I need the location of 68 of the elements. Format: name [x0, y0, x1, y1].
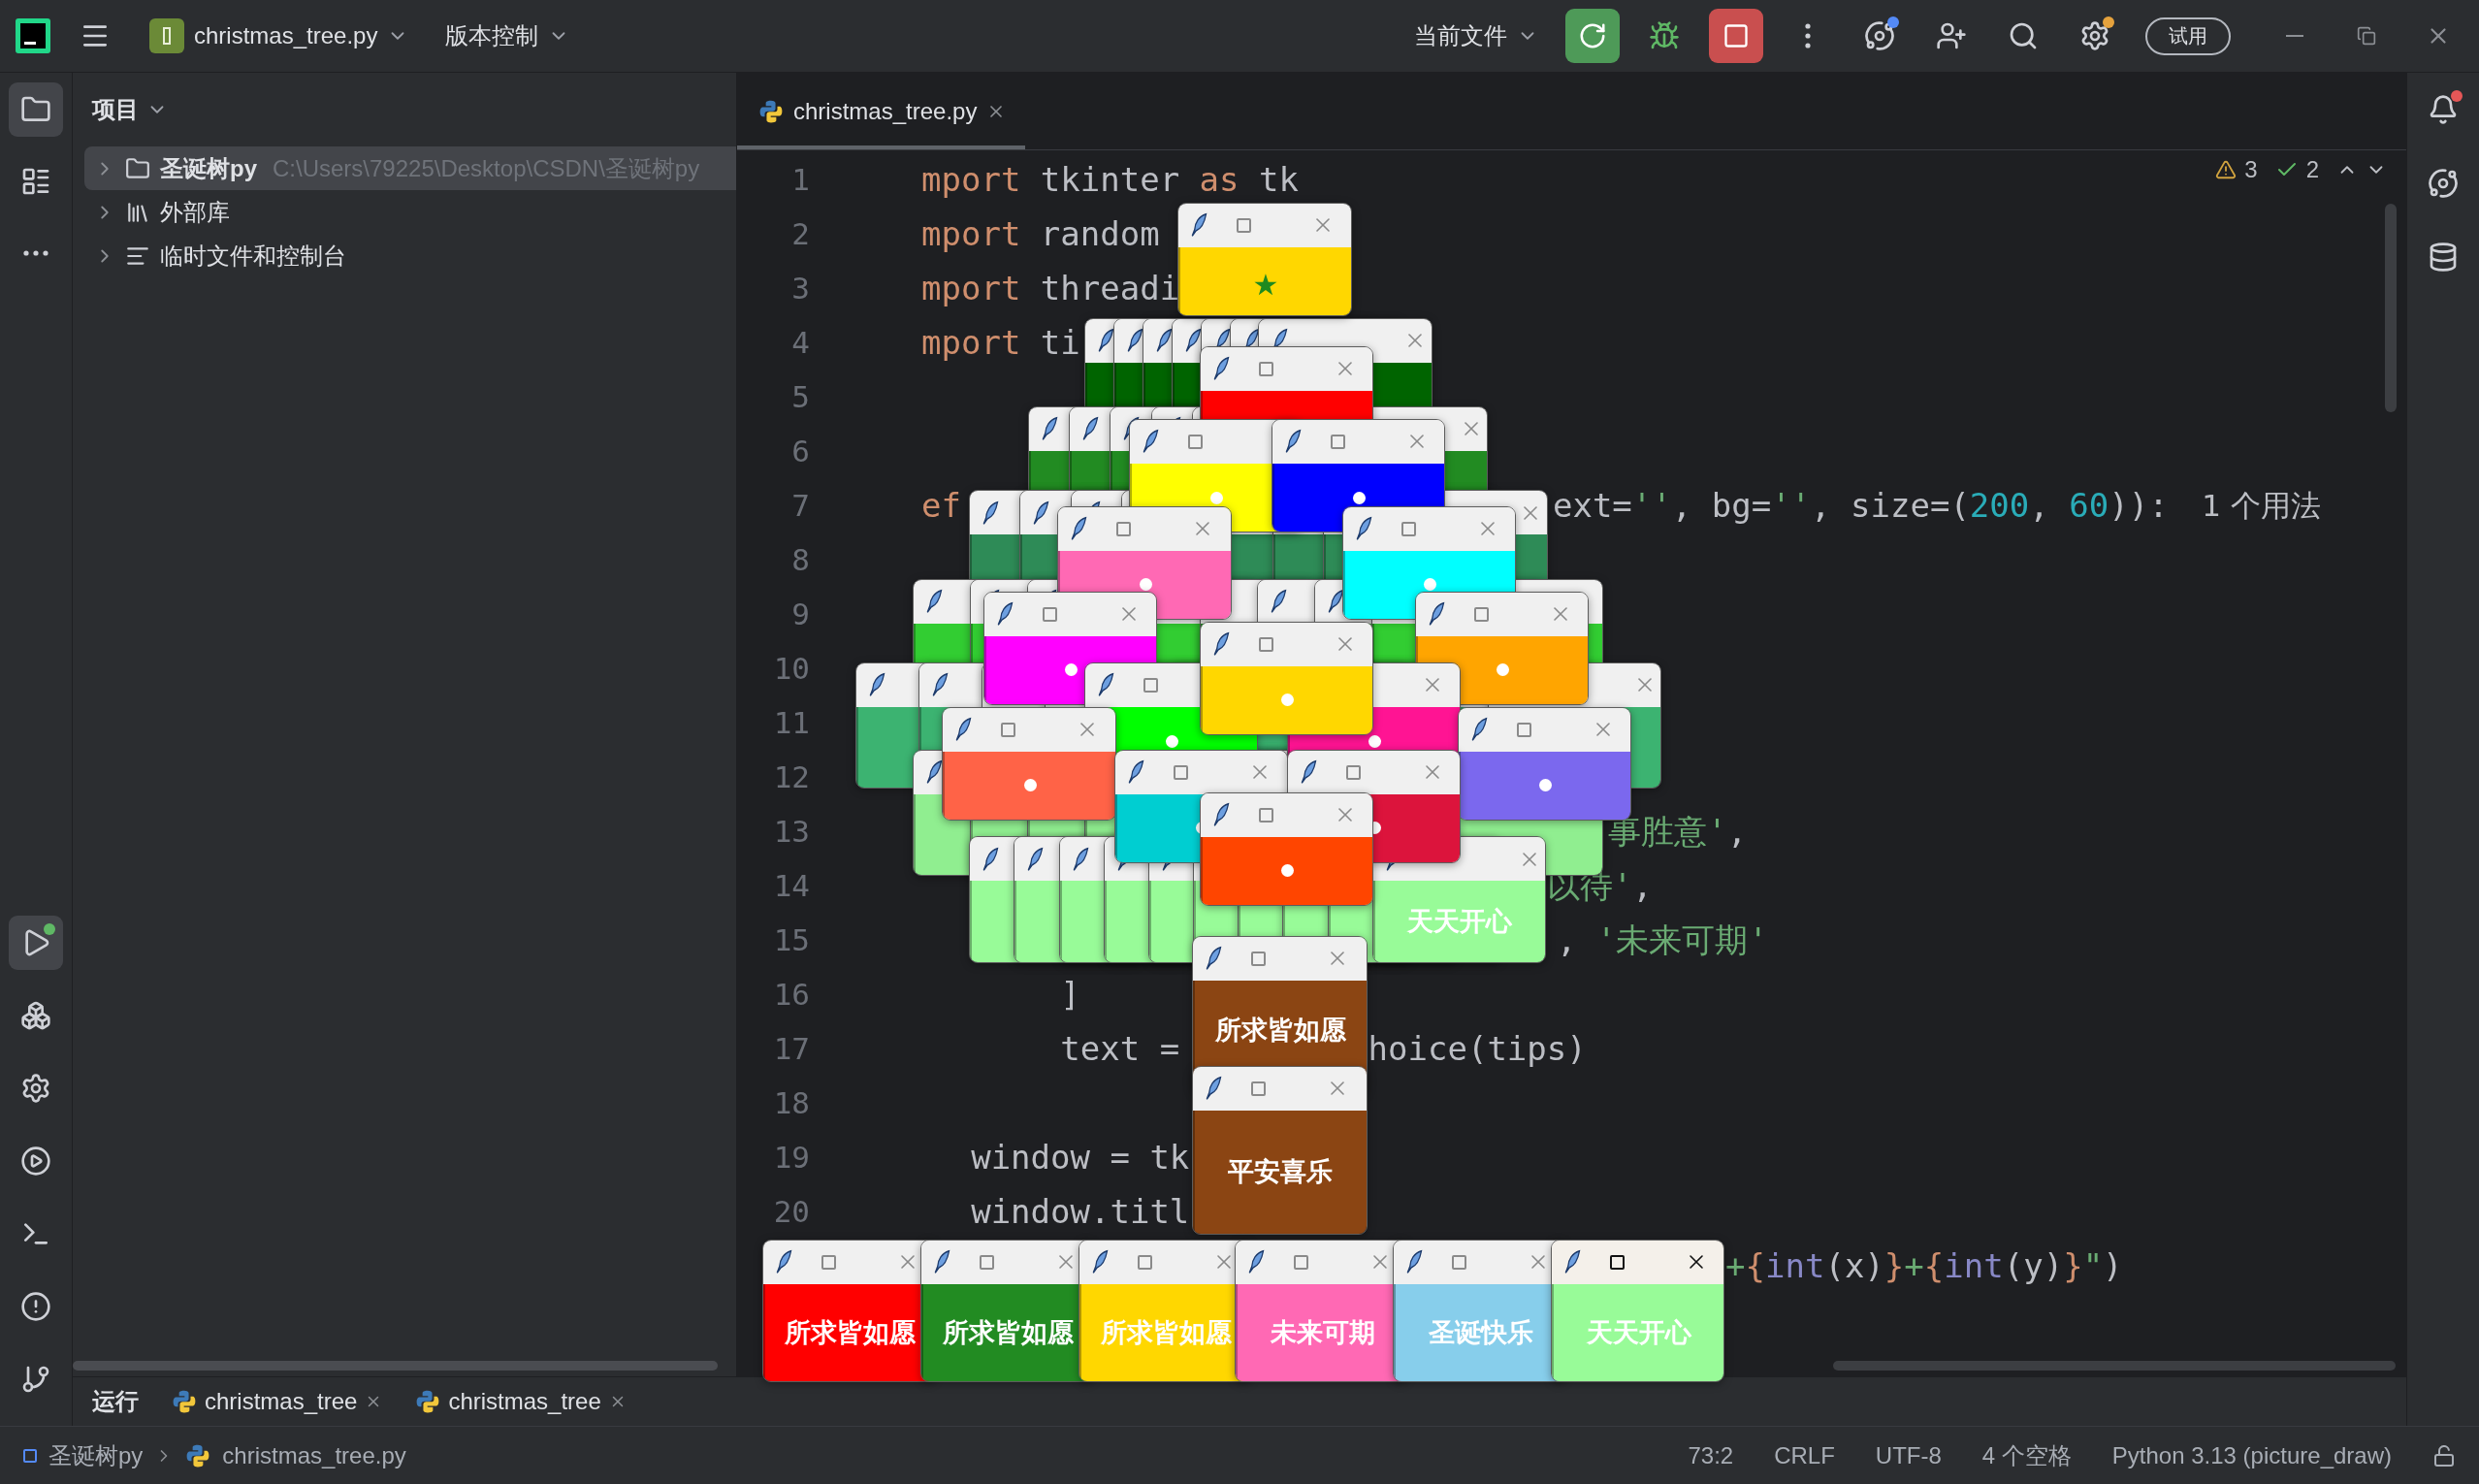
code-text: window.titl	[971, 1191, 1190, 1233]
line-number: 19	[773, 1140, 810, 1175]
window-text: 所求皆如愿	[942, 1316, 1074, 1349]
run-panel-title: 运行	[92, 1387, 139, 1416]
line-number: 3	[791, 271, 810, 306]
window-text: 圣诞快乐	[1428, 1316, 1533, 1349]
line-number: 9	[791, 597, 810, 631]
code-text: mport threadi	[921, 268, 1180, 309]
code-text: text =	[1060, 1028, 1181, 1070]
line-number: 4	[791, 325, 810, 360]
line-number: 12	[773, 759, 810, 794]
file-encoding[interactable]: UTF-8	[1875, 1441, 1942, 1469]
window-text: 所求皆如愿	[784, 1316, 916, 1349]
line-number: 18	[773, 1085, 810, 1120]
interpreter[interactable]: Python 3.13 (picture_draw)	[2111, 1441, 2392, 1469]
run-tab[interactable]: christmas_tree	[448, 1388, 601, 1415]
usage-hint[interactable]: 1 个用法	[2202, 478, 2321, 532]
line-number: 7	[791, 488, 810, 523]
warning-count: 3	[2244, 156, 2258, 183]
code-text: ]	[1060, 974, 1080, 1016]
line-number: 2	[791, 216, 810, 251]
window-text: 所求皆如愿	[1100, 1316, 1232, 1349]
breadcrumb-item[interactable]: christmas_tree.py	[222, 1441, 406, 1469]
code-text: mport random	[921, 213, 1160, 255]
run-tab[interactable]: christmas_tree	[205, 1388, 358, 1415]
tab-label: christmas_tree.py	[793, 97, 978, 125]
editor-tab[interactable]: christmas_tree.py	[737, 73, 1026, 149]
breadcrumb-item[interactable]: 圣诞树py	[48, 1439, 144, 1471]
line-number: 5	[791, 379, 810, 414]
tree-label: 外部库	[160, 197, 230, 227]
window-text: 天天开心	[1586, 1316, 1691, 1349]
line-number: 16	[773, 977, 810, 1012]
tree-label: 临时文件和控制台	[160, 241, 346, 271]
code-text: mport tkinter as tk	[921, 159, 1299, 201]
code-text: mport ti	[921, 322, 1080, 364]
caret-position[interactable]: 73:2	[1688, 1441, 1734, 1469]
tree-label: 圣诞树py	[160, 153, 257, 183]
code-text: hoice(tips)	[1368, 1028, 1587, 1070]
line-number: 15	[773, 922, 810, 957]
code-text: window = tk	[971, 1137, 1190, 1178]
line-number: 11	[773, 705, 810, 740]
line-number: 1	[791, 162, 810, 197]
tree-item[interactable]: 临时文件和控制台	[84, 234, 736, 277]
code-text: ef	[921, 485, 961, 527]
panel-title: 项目	[92, 95, 139, 124]
code-text: ext='', bg='', size=(200, 60)):	[1552, 485, 2169, 527]
window-text: 天天开心	[1407, 905, 1513, 938]
line-number: 6	[791, 434, 810, 468]
line-number: 8	[791, 542, 810, 577]
project-selector[interactable]: christmas_tree.py	[140, 11, 419, 61]
code-text: +{int(x)}+{int(y)}")	[1725, 1245, 2123, 1287]
trial-button[interactable]: 试用	[2145, 16, 2231, 55]
window-text: 所求皆如愿	[1214, 1014, 1346, 1047]
run-config-selector[interactable]: 当前文件	[1404, 13, 1548, 59]
line-number: 17	[773, 1031, 810, 1066]
line-separator[interactable]: CRLF	[1774, 1441, 1835, 1469]
vcs-menu[interactable]: 版本控制	[435, 13, 580, 59]
star-symbol: ★	[1252, 268, 1279, 303]
window-text: 未来可期	[1270, 1316, 1375, 1349]
tree-item[interactable]: 外部库	[84, 190, 736, 234]
code-text: , '未来可期'	[1557, 919, 1768, 961]
line-number: 13	[773, 814, 810, 849]
line-number: 20	[773, 1194, 810, 1229]
passed-count: 2	[2305, 156, 2319, 183]
line-number: 14	[773, 868, 810, 903]
indent-setting[interactable]: 4 个空格	[1981, 1439, 2072, 1471]
window-text: 平安喜乐	[1228, 1156, 1334, 1189]
line-number: 10	[773, 651, 810, 686]
